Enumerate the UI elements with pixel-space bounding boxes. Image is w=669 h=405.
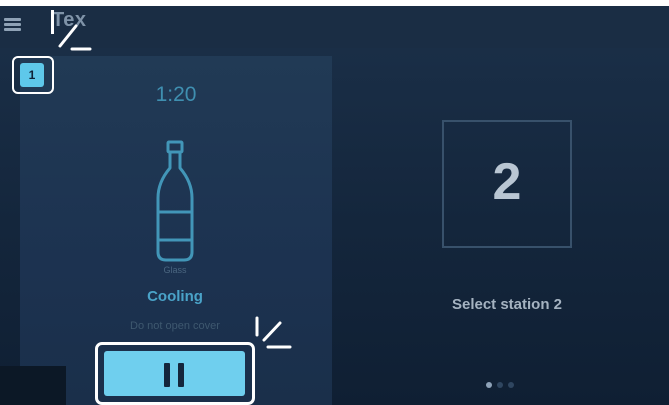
tap-highlight-marks [58, 24, 292, 349]
